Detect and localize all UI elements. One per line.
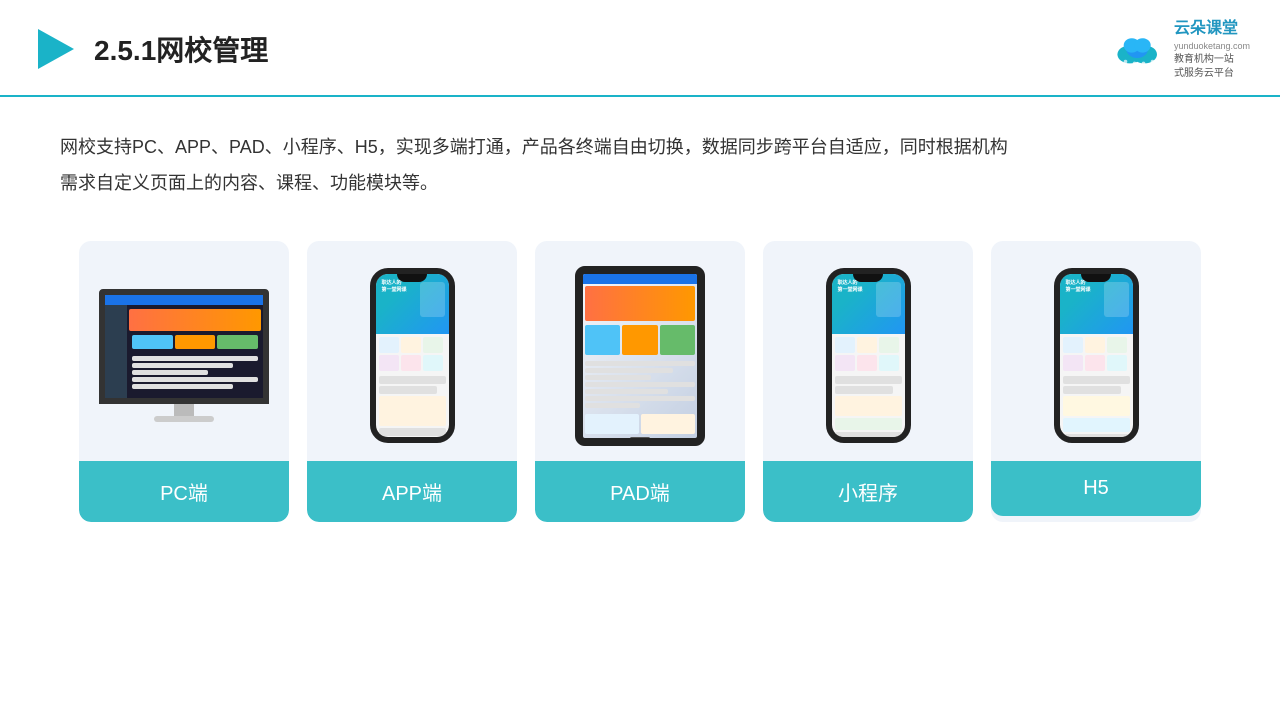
logo-area: 云朵课堂 yunduoketang.com 教育机构一站 式服务云平台	[1112, 18, 1250, 81]
page-title: 2.5.1网校管理	[94, 29, 268, 69]
page-header: 2.5.1网校管理 云朵课堂 yunduoketang.com 教育机构一站 式…	[0, 0, 1280, 97]
cards-container: PC端 职达人的第一堂网课	[0, 211, 1280, 522]
description-text: 网校支持PC、APP、PAD、小程序、H5，实现多端打通，产品各终端自由切换，数…	[0, 97, 1280, 211]
logo-name: 云朵课堂	[1174, 18, 1250, 40]
card-miniapp-label: 小程序	[763, 461, 973, 522]
card-pc: PC端	[79, 241, 289, 522]
card-pc-label: PC端	[79, 461, 289, 522]
h5-phone-mockup: 职达人的第一堂网课	[1054, 268, 1139, 443]
pad-tablet-mockup	[575, 266, 705, 446]
card-h5-image: 职达人的第一堂网课	[991, 241, 1201, 461]
card-app-label: APP端	[307, 461, 517, 522]
app-phone-mockup: 职达人的第一堂网课	[370, 268, 455, 443]
logo-sub: yunduoketang.com	[1174, 40, 1250, 53]
play-icon	[30, 25, 78, 73]
card-miniapp-image: 职达人的第一堂网课	[763, 241, 973, 461]
pc-screen	[99, 289, 269, 404]
card-app-image: 职达人的第一堂网课	[307, 241, 517, 461]
card-h5-label: H5	[991, 461, 1201, 516]
miniapp-phone-notch	[853, 274, 883, 282]
pc-mockup	[99, 289, 269, 422]
card-pad: PAD端	[535, 241, 745, 522]
desc-line1: 网校支持PC、APP、PAD、小程序、H5，实现多端打通，产品各终端自由切换，数…	[60, 129, 1220, 165]
card-h5: 职达人的第一堂网课	[991, 241, 1201, 522]
card-pad-image	[535, 241, 745, 461]
card-pad-label: PAD端	[535, 461, 745, 522]
logo-icon	[1112, 29, 1166, 69]
h5-phone-notch	[1081, 274, 1111, 282]
logo-text: 云朵课堂 yunduoketang.com 教育机构一站 式服务云平台	[1174, 18, 1250, 81]
card-app: 职达人的第一堂网课	[307, 241, 517, 522]
desc-line2: 需求自定义页面上的内容、课程、功能模块等。	[60, 165, 1220, 201]
card-pc-image	[79, 241, 289, 461]
app-phone-notch	[397, 274, 427, 282]
logo-tagline: 教育机构一站 式服务云平台	[1174, 53, 1250, 81]
miniapp-phone-mockup: 职达人的第一堂网课	[826, 268, 911, 443]
header-left: 2.5.1网校管理	[30, 25, 268, 73]
card-miniapp: 职达人的第一堂网课	[763, 241, 973, 522]
